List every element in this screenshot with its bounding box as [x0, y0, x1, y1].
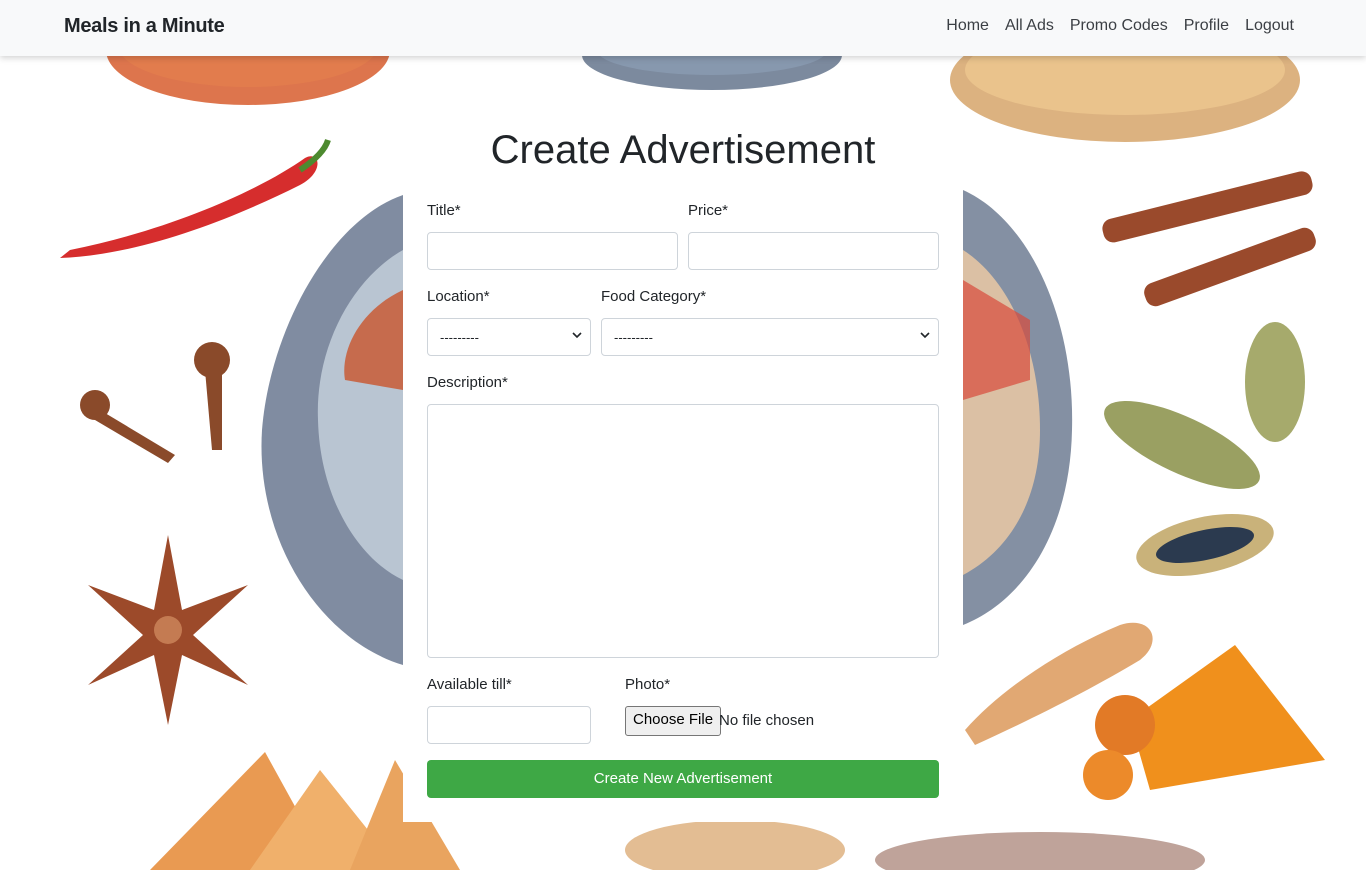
- photo-label: Photo*: [625, 676, 671, 693]
- turmeric-illustration: [965, 622, 1325, 800]
- cardamom-illustration: [1104, 322, 1305, 577]
- create-ad-form: Title* Price* Location* --------- Food C…: [403, 185, 963, 822]
- location-select[interactable]: ---------: [427, 318, 591, 356]
- price-input[interactable]: [688, 232, 939, 270]
- page-title: Create Advertisement: [490, 128, 876, 172]
- title-label: Title*: [427, 202, 461, 219]
- location-selected-value: ---------: [440, 329, 479, 345]
- choose-file-button[interactable]: Choose File: [625, 706, 722, 736]
- location-label: Location*: [427, 288, 490, 305]
- title-input[interactable]: [427, 232, 678, 270]
- available-till-label: Available till*: [427, 676, 512, 693]
- dish-illustration: [875, 832, 1205, 870]
- price-label: Price*: [688, 202, 729, 219]
- file-status-text: No file chosen: [719, 712, 815, 729]
- chili-illustration: [60, 156, 318, 258]
- top-navbar: Meals in a Minute Home All Ads Promo Cod…: [0, 0, 1366, 56]
- available-till-input[interactable]: [427, 706, 591, 744]
- food-category-selected-value: ---------: [614, 329, 653, 345]
- description-textarea[interactable]: [427, 404, 939, 658]
- dish-illustration: [625, 820, 845, 870]
- cinnamon-illustration: [1102, 171, 1316, 307]
- food-category-select[interactable]: ---------: [601, 318, 939, 356]
- nav-link-all-ads[interactable]: All Ads: [1005, 17, 1054, 35]
- nav-link-home[interactable]: Home: [946, 17, 989, 35]
- food-category-label: Food Category*: [601, 288, 707, 305]
- clove-illustration: [80, 342, 230, 463]
- chevron-down-icon: [572, 332, 582, 339]
- nav-link-promo-codes[interactable]: Promo Codes: [1070, 17, 1168, 35]
- brand-logo[interactable]: Meals in a Minute: [64, 15, 225, 38]
- chevron-down-icon: [920, 332, 930, 339]
- nav-link-logout[interactable]: Logout: [1245, 17, 1294, 35]
- star-anise-illustration: [88, 535, 248, 725]
- nav-links: Home All Ads Promo Codes Profile Logout: [946, 17, 1294, 35]
- create-ad-submit-button[interactable]: Create New Advertisement: [427, 760, 939, 798]
- description-label: Description*: [427, 374, 508, 391]
- nav-link-profile[interactable]: Profile: [1184, 17, 1229, 35]
